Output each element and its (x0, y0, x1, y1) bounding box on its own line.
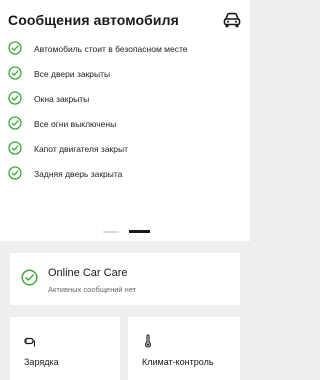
check-circle-icon (8, 41, 22, 55)
status-label: Все огни выключены (34, 118, 117, 129)
status-label: Задняя дверь закрыта (34, 168, 123, 179)
page-indicator (0, 228, 250, 236)
page-indicator-dot-2-active[interactable] (129, 230, 150, 233)
online-car-care-card[interactable]: Online Car Care Активных сообщений нет (10, 253, 240, 305)
status-item-tailgate-closed: Задняя дверь закрыта (0, 161, 250, 186)
status-label: Капот двигателя закрыт (34, 143, 128, 154)
charging-plug-icon (24, 337, 36, 347)
charging-tile[interactable]: Зарядка (10, 317, 120, 380)
status-label: Все двери закрыты (34, 68, 111, 79)
status-item-windows-closed: Окна закрыты (0, 86, 250, 111)
online-car-care-subtitle: Активных сообщений нет (48, 285, 137, 294)
check-circle-icon (21, 269, 38, 286)
status-label: Окна закрыты (34, 93, 90, 104)
page-title: Сообщения автомобиля (8, 12, 179, 28)
status-label: Автомобиль стоит в безопасном месте (34, 43, 188, 54)
page-indicator-dot-1[interactable] (103, 231, 119, 233)
thermometer-icon (145, 334, 151, 348)
status-list: Автомобиль стоит в безопасном месте Все … (0, 36, 250, 186)
check-circle-icon (8, 141, 22, 155)
vehicle-messages-card: Сообщения автомобиля Автомобиль стоит в … (0, 0, 250, 241)
check-circle-icon (8, 166, 22, 180)
check-circle-icon (8, 91, 22, 105)
status-item-doors-closed: Все двери закрыты (0, 61, 250, 86)
status-item-parked-safe: Автомобиль стоит в безопасном месте (0, 36, 250, 61)
check-circle-icon (8, 66, 22, 80)
status-item-lights-off: Все огни выключены (0, 111, 250, 136)
climate-control-tile-label: Климат-контроль (142, 357, 214, 367)
charging-tile-label: Зарядка (24, 357, 59, 367)
climate-control-tile[interactable]: Климат-контроль (128, 317, 240, 380)
car-icon[interactable] (222, 11, 242, 29)
online-car-care-title: Online Car Care (48, 267, 128, 279)
check-circle-icon (8, 116, 22, 130)
status-item-hood-closed: Капот двигателя закрыт (0, 136, 250, 161)
